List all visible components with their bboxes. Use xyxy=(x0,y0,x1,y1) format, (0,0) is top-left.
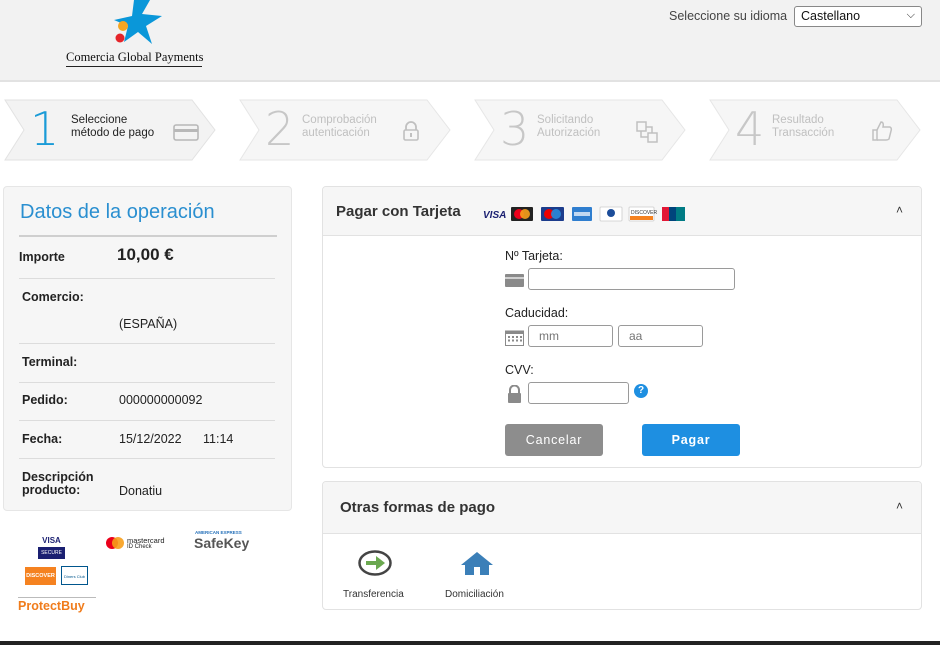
logo-text: Comercia Global Payments xyxy=(66,50,204,64)
merchant-value: (ESPAÑA) xyxy=(119,317,178,331)
card-number-input[interactable] xyxy=(528,268,735,290)
expiry-month-input[interactable] xyxy=(528,325,613,347)
row-divider xyxy=(19,420,275,421)
description-value: Donatiu xyxy=(119,484,163,498)
step-4-number: 4 xyxy=(735,102,765,156)
chevron-up-icon[interactable]: ˄ xyxy=(896,203,903,217)
help-icon[interactable]: ? xyxy=(634,384,648,398)
card-payment-title: Pagar con Tarjeta xyxy=(336,203,461,220)
row-divider xyxy=(19,278,275,279)
step-1-label: Seleccione método de pago xyxy=(71,114,155,139)
maestro-brand-icon xyxy=(541,207,564,221)
step-3-label: Solicitando Autorización xyxy=(537,114,601,139)
house-icon xyxy=(461,552,493,575)
discover-brand-icon: DISCOVER xyxy=(628,206,658,222)
step-2: 2 Comprobación autenticación xyxy=(239,99,451,161)
step-2-number: 2 xyxy=(265,102,295,156)
safekey-text: SafeKey xyxy=(194,535,250,551)
amount-value: 10,00 € xyxy=(117,245,174,264)
language-label: Seleccione su idioma xyxy=(669,9,788,23)
row-divider xyxy=(19,458,275,459)
card-payment-panel: Pagar con Tarjeta VISA DISCOVER ˄ Nº Tar… xyxy=(322,186,922,468)
merchant-label: Comercio: xyxy=(22,290,84,304)
credit-card-icon xyxy=(505,274,524,287)
order-value: 000000000092 xyxy=(119,393,203,407)
transfer-label: Transferencia xyxy=(343,589,404,600)
card-payment-header[interactable]: Pagar con Tarjeta VISA DISCOVER ˄ xyxy=(323,187,921,236)
unionpay-brand-icon xyxy=(662,207,685,221)
protectbuy-text: ProtectBuy xyxy=(18,599,85,613)
step-4-label: Resultado Transacción xyxy=(772,114,835,139)
cvv-input[interactable] xyxy=(528,382,629,404)
mastercard-id-check-logo: mastercard ID Check xyxy=(106,536,170,554)
card-number-label: Nº Tarjeta: xyxy=(505,249,563,263)
expiry-label: Caducidad: xyxy=(505,306,569,320)
title-divider xyxy=(19,235,277,237)
chevron-up-icon[interactable]: ˄ xyxy=(896,499,903,513)
chevron-down-icon: ⌵ xyxy=(906,9,915,21)
other-payments-header[interactable]: Otras formas de pago ˄ xyxy=(323,482,921,534)
lock-icon xyxy=(403,121,419,141)
step-4: 4 Resultado Transacción xyxy=(709,99,921,161)
language-selected-value: Castellano xyxy=(801,9,861,23)
diners-club-logo: Diners Club xyxy=(61,566,88,585)
direct-debit-label: Domiciliación xyxy=(445,589,504,600)
arrow-circle-icon xyxy=(358,550,392,576)
header: Comercia Global Payments Seleccione su i… xyxy=(0,0,940,82)
padlock-icon xyxy=(508,385,521,403)
language-select[interactable]: Castellano ⌵ xyxy=(794,6,922,27)
other-payments-title: Otras formas de pago xyxy=(340,499,496,516)
row-divider xyxy=(19,382,275,383)
step-1: 1 Seleccione método de pago xyxy=(4,99,216,161)
amex-safekey-logo: AMERICAN EXPRESS SafeKey xyxy=(194,530,258,552)
svg-text:VISA: VISA xyxy=(483,210,506,221)
step-2-label: Comprobación autenticación xyxy=(302,114,377,139)
calendar-icon xyxy=(505,330,524,346)
protectbuy-logo: ProtectBuy xyxy=(18,597,98,615)
logo-underline xyxy=(66,66,202,67)
visa-secure-bottom: SECURE xyxy=(38,547,65,559)
mastercard-circles-icon xyxy=(106,537,124,549)
visa-secure-logo: VISA SECURE xyxy=(38,535,65,560)
cvv-label: CVV: xyxy=(505,363,534,377)
transfer-icon xyxy=(636,121,658,143)
mastercard-brand-icon xyxy=(511,207,533,221)
visa-secure-top: VISA xyxy=(42,536,61,545)
svg-text:DISCOVER: DISCOVER xyxy=(631,210,658,216)
pay-button[interactable]: Pagar xyxy=(642,424,740,456)
expiry-year-input[interactable] xyxy=(618,325,703,347)
visa-brand-icon: VISA xyxy=(483,210,506,221)
terminal-label: Terminal: xyxy=(22,355,78,369)
cancel-button[interactable]: Cancelar xyxy=(505,424,603,456)
footer-bar xyxy=(0,641,940,645)
diners-brand-icon xyxy=(599,206,623,222)
other-payments-panel: Otras formas de pago ˄ Transferencia Dom… xyxy=(322,481,922,610)
order-label: Pedido: xyxy=(22,393,68,407)
thumbs-up-icon xyxy=(872,121,893,141)
step-3: 3 Solicitando Autorización xyxy=(474,99,686,161)
amex-brand-icon xyxy=(572,207,592,221)
discover-logo: DISCOVER xyxy=(25,567,56,585)
row-divider xyxy=(19,343,275,344)
date-label: Fecha: xyxy=(22,432,63,446)
id-check-text: ID Check xyxy=(127,544,152,550)
protectbuy-line xyxy=(18,597,96,598)
credit-card-icon xyxy=(173,124,199,141)
description-label: Descripción producto: xyxy=(22,470,94,497)
date-value: 15/12/2022 xyxy=(119,432,182,446)
time-value: 11:14 xyxy=(203,432,234,446)
step-3-number: 3 xyxy=(500,102,530,156)
operation-title: Datos de la operación xyxy=(20,201,215,223)
operation-details-panel: Datos de la operación Importe 10,00 € Co… xyxy=(3,186,292,511)
card-brands: VISA DISCOVER xyxy=(481,206,691,227)
amount-label: Importe xyxy=(19,250,65,264)
step-1-number: 1 xyxy=(30,102,60,156)
